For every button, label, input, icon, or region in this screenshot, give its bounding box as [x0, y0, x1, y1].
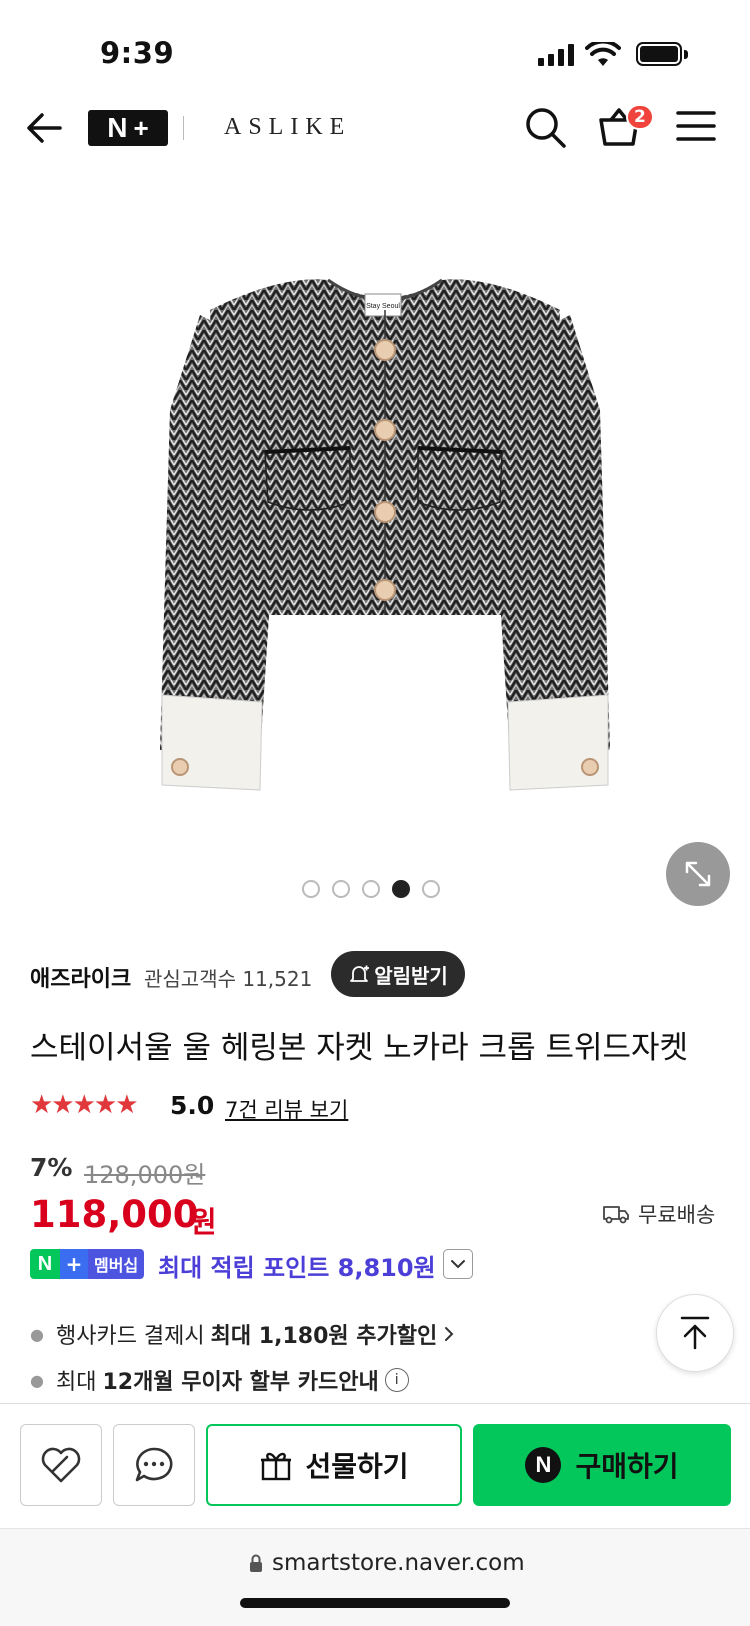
- original-price: 128,000원: [84, 1161, 206, 1189]
- shipping-info[interactable]: 무료배송: [602, 1199, 715, 1229]
- logo-plus: +: [133, 112, 149, 143]
- battery-tip: [684, 50, 688, 59]
- gift-icon: [261, 1452, 292, 1481]
- arrow-up-icon: [680, 1316, 710, 1350]
- shipping-label: 무료배송: [638, 1203, 716, 1227]
- home-indicator[interactable]: [240, 1598, 510, 1608]
- naver-plus-logo[interactable]: N +: [88, 110, 168, 146]
- carousel-dot[interactable]: [302, 880, 320, 898]
- naver-pay-icon: N: [525, 1447, 562, 1483]
- points-expand-button[interactable]: [443, 1249, 473, 1279]
- battery-icon: [636, 42, 682, 66]
- card-discount-amount: 최대 1,180원 추가할인: [210, 1324, 438, 1349]
- carousel-dot[interactable]: [362, 880, 380, 898]
- header-divider: [183, 116, 184, 140]
- scroll-to-top-button[interactable]: [656, 1294, 734, 1372]
- url-text: smartstore.naver.com: [272, 1550, 525, 1576]
- wishlist-button[interactable]: [20, 1424, 102, 1506]
- carousel-dot[interactable]: [332, 880, 350, 898]
- url-display[interactable]: smartstore.naver.com: [248, 1550, 525, 1576]
- card-discount-prefix: 행사카드 결제시: [55, 1324, 205, 1349]
- card-discount-benefit[interactable]: ● 행사카드 결제시 최대 1,180원 추가할인: [30, 1318, 455, 1350]
- product-title: 스테이서울 울 헤링본 자켓 노카라 크롭 트위드자켓: [30, 1030, 689, 1066]
- membership-label: 멤버십: [88, 1249, 145, 1279]
- lock-icon: [250, 1554, 262, 1572]
- sale-price: 118,000: [30, 1193, 199, 1236]
- bullet: ●: [30, 1324, 44, 1344]
- chat-button[interactable]: [113, 1424, 195, 1506]
- heart-icon: [41, 1447, 81, 1483]
- discount-rate: 7%: [30, 1153, 73, 1182]
- membership-badge: N + 멤버십: [30, 1249, 145, 1279]
- gift-label: 선물하기: [305, 1450, 409, 1483]
- cart-count-badge: 2: [626, 104, 654, 130]
- cellular-signal-icon: [538, 44, 574, 66]
- buy-label: 구매하기: [575, 1450, 679, 1483]
- truck-icon: [603, 1206, 629, 1224]
- expand-image-button[interactable]: [666, 842, 730, 906]
- rating-stars: ★★★★★: [30, 1090, 139, 1120]
- carousel-dot-active[interactable]: [392, 880, 410, 898]
- chevron-down-icon: [451, 1260, 465, 1269]
- notify-label: 알림받기: [374, 963, 448, 988]
- label-tag-text: Stay Seoul: [366, 303, 400, 310]
- chevron-right-icon: [445, 1327, 454, 1341]
- installment-text: 12개월 무이자 할부 카드안내: [102, 1370, 379, 1395]
- membership-plus: +: [60, 1249, 88, 1279]
- membership-n: N: [30, 1249, 60, 1279]
- seller-name[interactable]: 애즈라이크: [30, 961, 131, 993]
- back-arrow-icon[interactable]: [24, 108, 64, 148]
- rating-score: 5.0: [170, 1091, 215, 1120]
- info-icon[interactable]: i: [384, 1368, 409, 1392]
- sale-price-unit: 원: [190, 1205, 217, 1239]
- product-image[interactable]: Stay Seoul: [150, 270, 620, 830]
- bullet: ●: [30, 1370, 44, 1390]
- review-link[interactable]: 7건 리뷰 보기: [225, 1094, 348, 1124]
- bell-plus-icon: [350, 965, 370, 982]
- browser-url-bar[interactable]: [0, 1528, 750, 1626]
- search-icon[interactable]: [522, 104, 568, 150]
- wifi-icon: [585, 42, 621, 66]
- carousel-dots: [302, 880, 440, 898]
- status-time: 9:39: [100, 36, 175, 70]
- carousel-dot[interactable]: [422, 880, 440, 898]
- follower-count: 관심고객수 11,521: [144, 967, 313, 991]
- buy-button[interactable]: N 구매하기: [473, 1424, 731, 1506]
- notify-button[interactable]: 알림받기: [331, 951, 465, 997]
- installment-benefit[interactable]: ● 최대 12개월 무이자 할부 카드안내 i: [30, 1364, 409, 1396]
- gift-button[interactable]: 선물하기: [206, 1424, 462, 1506]
- expand-icon: [685, 861, 711, 887]
- logo-n: N: [107, 112, 128, 143]
- menu-icon[interactable]: [676, 110, 716, 142]
- chat-bubble-icon: [135, 1447, 173, 1482]
- brand-name[interactable]: ASLIKE: [224, 114, 351, 141]
- installment-prefix: 최대: [55, 1370, 97, 1395]
- max-points-text: 최대 적립 포인트 8,810원: [158, 1254, 436, 1282]
